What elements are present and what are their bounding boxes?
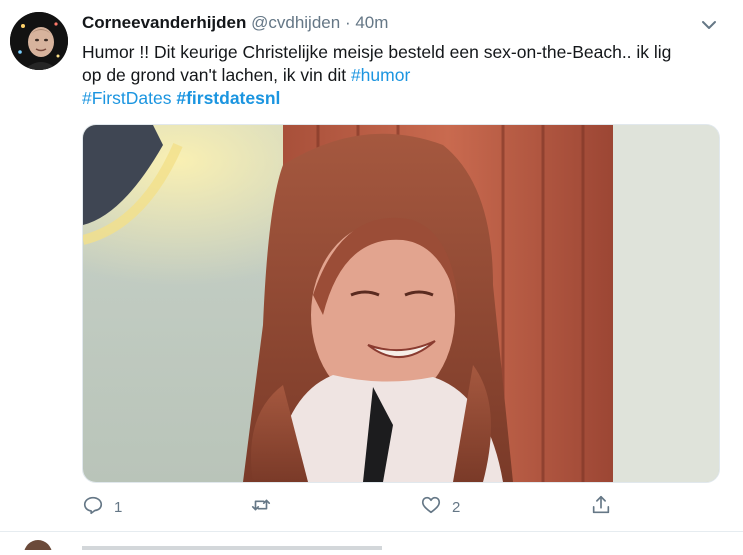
next-tweet-peek — [0, 532, 743, 555]
tweet-text-line-2-prefix: op de grond van't lachen, ik vin dit — [82, 65, 351, 85]
separator-dot: · — [344, 13, 351, 32]
tweet-card[interactable]: Corneevanderhijden @cvdhijden · 40m Humo… — [0, 0, 743, 530]
tweet-photo[interactable] — [82, 124, 720, 483]
tweet-actions: 1 2 — [82, 494, 718, 522]
chevron-down-icon[interactable] — [701, 18, 717, 30]
tweet-text: Humor !! Dit keurige Christelijke meisje… — [82, 41, 732, 110]
tweet-timestamp[interactable]: 40m — [355, 13, 388, 32]
share-button[interactable] — [590, 494, 612, 520]
hashtag-firstdatesnl[interactable]: #firstdatesnl — [176, 88, 280, 108]
like-count: 2 — [452, 498, 461, 516]
reply-count: 1 — [114, 498, 123, 516]
tweet-text-line-3: #FirstDates #firstdatesnl — [82, 87, 732, 110]
display-name[interactable]: Corneevanderhijden — [82, 13, 246, 32]
like-button[interactable]: 2 — [420, 494, 460, 520]
retweet-button[interactable] — [250, 494, 282, 520]
avatar[interactable] — [10, 12, 68, 70]
retweet-icon — [250, 494, 272, 520]
heart-icon — [420, 494, 442, 520]
share-icon — [590, 494, 612, 520]
reply-button[interactable]: 1 — [82, 494, 122, 520]
tweet-text-line-2: op de grond van't lachen, ik vin dit #hu… — [82, 64, 732, 87]
hashtag-firstdates[interactable]: #FirstDates — [82, 88, 171, 108]
tweet-header: Corneevanderhijden @cvdhijden · 40m — [82, 13, 388, 33]
tweet-text-line-1: Humor !! Dit keurige Christelijke meisje… — [82, 42, 672, 62]
hashtag-humor[interactable]: #humor — [351, 65, 410, 85]
reply-icon — [82, 494, 104, 520]
user-handle[interactable]: @cvdhijden — [251, 13, 340, 32]
